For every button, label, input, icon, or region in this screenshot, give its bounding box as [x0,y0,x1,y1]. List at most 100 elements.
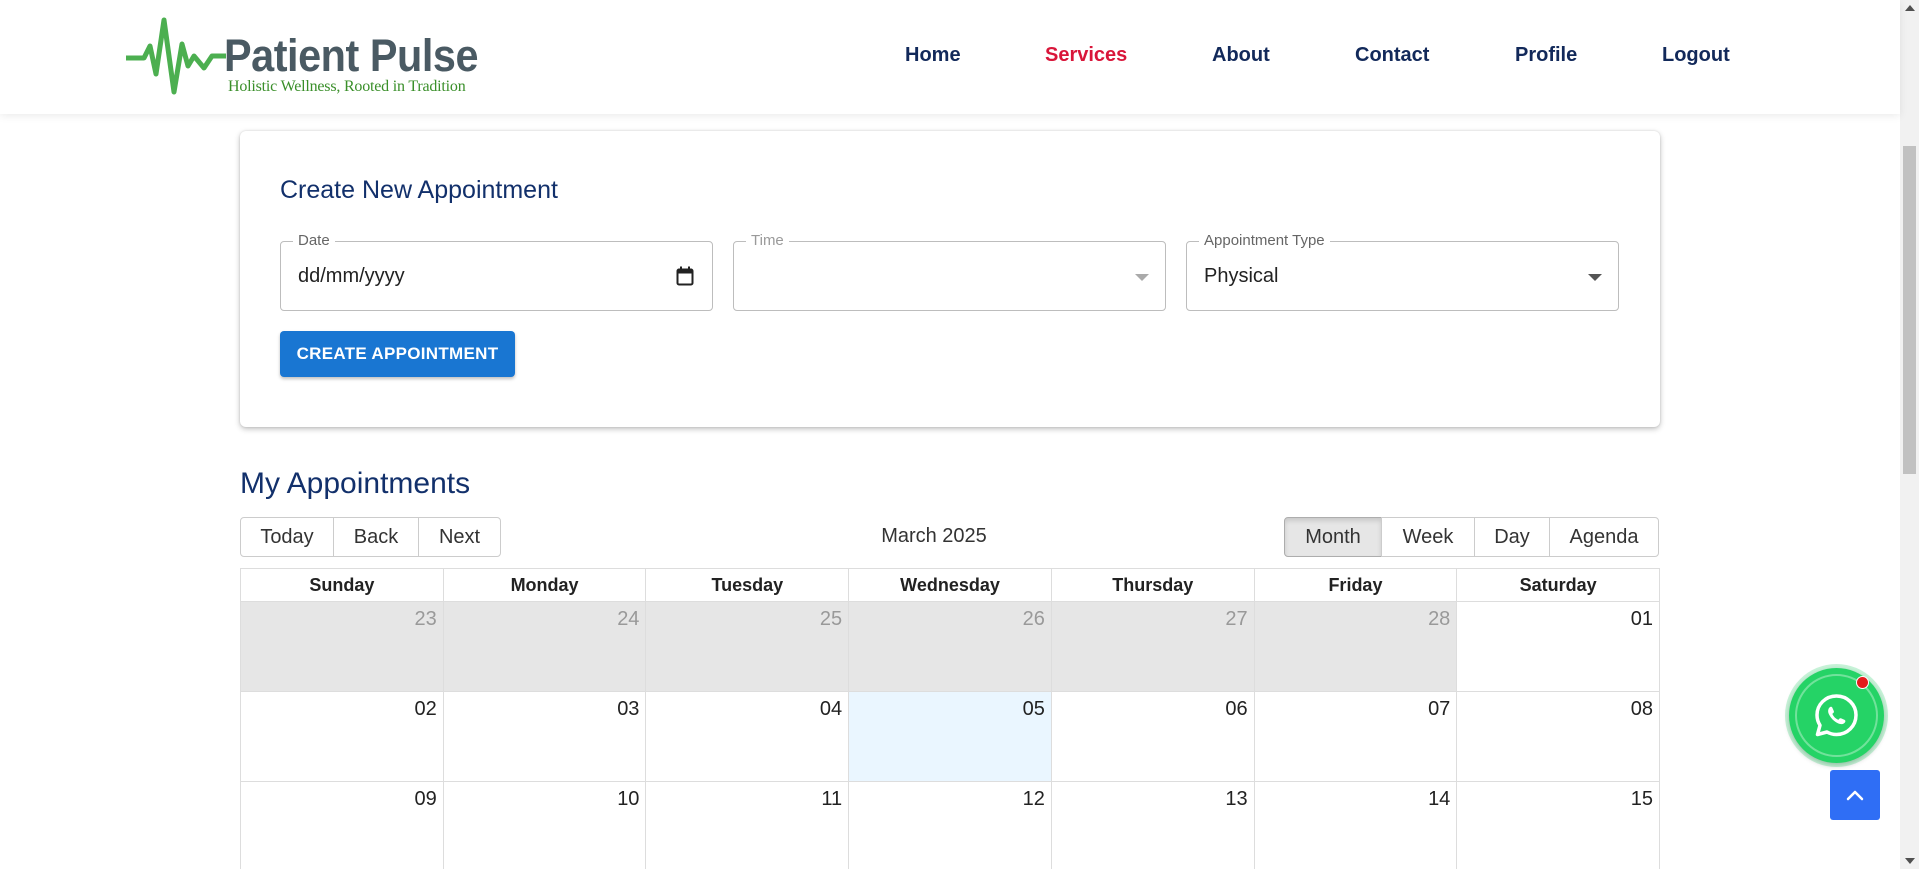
weekday-label: Friday [1253,569,1457,601]
calendar-day-cell[interactable]: 12 [848,782,1051,869]
calendar-day-cell[interactable]: 14 [1253,782,1457,869]
weekday-label: Tuesday [645,569,848,601]
calendar-icon[interactable] [676,266,694,286]
logo[interactable]: Patient Pulse Holistic Wellness, Rooted … [126,16,496,98]
calendar-day-cell[interactable]: 06 [1050,692,1254,781]
day-number: 09 [414,788,437,810]
today-button[interactable]: Today [240,517,334,557]
day-number: 14 [1428,788,1451,810]
date-field[interactable]: Date dd/mm/yyyy [280,232,713,311]
month-calendar: Sunday Monday Tuesday Wednesday Thursday… [240,568,1660,869]
view-day-button[interactable]: Day [1474,517,1550,557]
calendar-day-cell[interactable]: 01 [1456,602,1659,691]
day-number: 05 [1022,698,1045,720]
day-number: 26 [1022,608,1045,630]
create-appointment-title: Create New Appointment [280,176,558,204]
calendar-nav-group: Today Back Next [240,517,501,557]
appointment-type-value: Physical [1204,265,1279,287]
whatsapp-icon [1815,694,1858,737]
day-number: 11 [821,788,843,810]
logo-title: Patient Pulse [224,30,479,81]
view-agenda-button[interactable]: Agenda [1549,517,1659,557]
day-number: 07 [1428,698,1451,720]
calendar-day-cell[interactable]: 09 [241,782,443,869]
weekday-label: Thursday [1050,569,1254,601]
appointment-type-label: Appointment Type [1199,232,1330,249]
my-appointments-title: My Appointments [240,467,471,500]
page-scrollbar[interactable] [1900,0,1919,869]
calendar-day-cell[interactable]: 08 [1456,692,1659,781]
day-number: 12 [1022,788,1045,810]
notification-dot [1856,676,1869,689]
nav-logout[interactable]: Logout [1662,44,1730,67]
logo-tagline: Holistic Wellness, Rooted in Tradition [228,78,466,95]
calendar-day-cell[interactable]: 23 [241,602,443,691]
day-number: 27 [1225,608,1248,630]
calendar-day-cell[interactable]: 02 [241,692,443,781]
day-number: 13 [1225,788,1248,810]
nav-about[interactable]: About [1212,44,1270,67]
day-number: 23 [414,608,437,630]
chevron-down-icon [1135,274,1149,281]
calendar-day-cell[interactable]: 13 [1050,782,1254,869]
calendar-week-row: 09 10 11 12 13 14 15 [241,782,1659,869]
calendar-day-cell[interactable]: 10 [442,782,646,869]
view-month-button[interactable]: Month [1284,517,1382,557]
back-button[interactable]: Back [333,517,419,557]
day-number: 03 [617,698,640,720]
time-select[interactable]: Time [733,232,1166,311]
calendar-day-cell[interactable]: 28 [1253,602,1457,691]
next-button[interactable]: Next [418,517,501,557]
calendar-day-cell[interactable]: 04 [645,692,849,781]
calendar-day-cell[interactable]: 15 [1456,782,1659,869]
appointment-type-select[interactable]: Appointment Type Physical [1186,232,1619,311]
date-value: dd/mm/yyyy [298,265,405,287]
nav-services[interactable]: Services [1045,44,1127,67]
day-number: 24 [617,608,640,630]
weekday-label: Saturday [1456,569,1659,601]
calendar-view-group: Month Week Day Agenda [1284,517,1659,557]
site-header: Patient Pulse Holistic Wellness, Rooted … [0,0,1900,114]
scroll-thumb[interactable] [1903,146,1916,474]
calendar-toolbar: Today Back Next March 2025 Month Week Da… [240,517,1660,557]
pulse-logo-icon [126,17,226,95]
calendar-week-row: 02 03 04 05 06 07 08 [241,692,1659,782]
calendar-day-cell[interactable]: 07 [1253,692,1457,781]
scroll-to-top-button[interactable] [1830,770,1880,820]
weekday-label: Monday [442,569,646,601]
calendar-day-cell[interactable]: 26 [848,602,1051,691]
calendar-day-cell-today[interactable]: 05 [848,692,1051,781]
day-number: 28 [1428,608,1451,630]
chevron-down-icon [1588,274,1602,281]
nav-profile[interactable]: Profile [1515,44,1577,67]
day-number: 04 [819,698,843,720]
scroll-down-icon[interactable] [1905,858,1915,864]
day-number: 08 [1630,698,1654,720]
day-number: 01 [1630,608,1654,630]
chevron-up-icon [1846,790,1864,801]
calendar-day-cell[interactable]: 11 [645,782,849,869]
calendar-day-cell[interactable]: 27 [1050,602,1254,691]
weekday-label: Sunday [309,575,375,595]
calendar-week-row: 23 24 25 26 27 28 01 [241,602,1659,692]
calendar-day-cell[interactable]: 03 [442,692,646,781]
view-week-button[interactable]: Week [1381,517,1475,557]
scroll-up-icon[interactable] [1905,5,1915,11]
calendar-day-cell[interactable]: 25 [645,602,849,691]
nav-contact[interactable]: Contact [1355,44,1429,67]
day-number: 06 [1225,698,1248,720]
day-number: 02 [414,698,437,720]
weekday-header: Sunday Monday Tuesday Wednesday Thursday… [241,569,1659,602]
calendar-day-cell[interactable]: 24 [442,602,646,691]
weekday-label: Wednesday [848,569,1051,601]
whatsapp-button[interactable] [1789,668,1884,763]
day-number: 10 [617,788,640,810]
date-label: Date [293,232,335,249]
create-appointment-card: Create New Appointment Date dd/mm/yyyy T… [240,131,1660,427]
day-number: 15 [1630,788,1654,810]
create-appointment-button[interactable]: CREATE APPOINTMENT [280,331,515,377]
calendar-month-label: March 2025 [881,525,987,547]
day-number: 25 [819,608,843,630]
nav-home[interactable]: Home [905,44,961,67]
time-label: Time [746,232,789,249]
